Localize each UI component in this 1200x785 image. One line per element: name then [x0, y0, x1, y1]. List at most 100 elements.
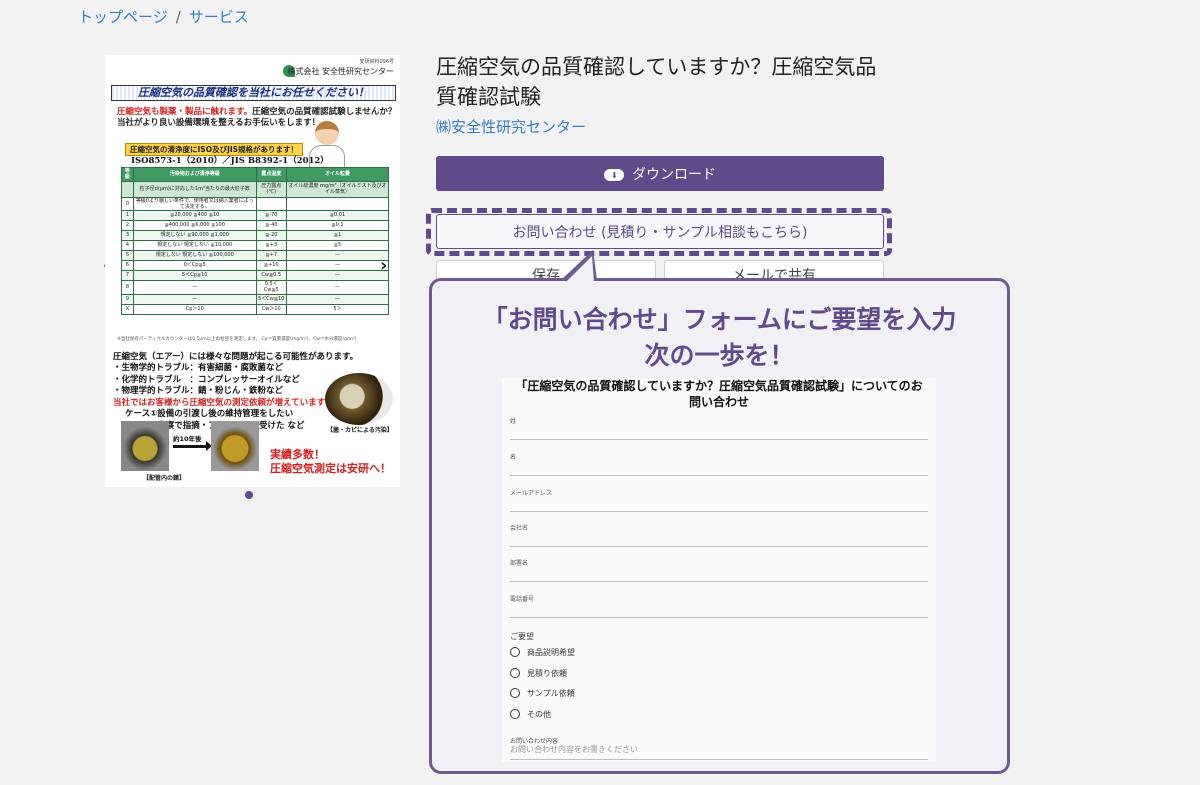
- doc-case: ケース①設備の引渡し後の維持管理をしたい: [125, 409, 294, 420]
- inquiry-button[interactable]: お問い合わせ (見積り・サンプル相談もこちら): [436, 214, 884, 249]
- doc-lead-rest: 圧縮空気の品質確認試験しませんか？: [252, 107, 397, 117]
- radio-label: サンプル依頼: [527, 688, 575, 698]
- pipe-caption: 【配管内の錆】: [143, 475, 186, 482]
- spec-row: 4 規定しない 規定しない ≦10,000 ≦+3 ≦5: [121, 240, 390, 251]
- spec-cell: ≦5: [285, 240, 390, 251]
- spec-row: X Cp＞10 Cw＞10 5＞: [121, 303, 390, 315]
- spec-cell: 規定しない 規定しない ≦10,000: [132, 240, 257, 251]
- company-link[interactable]: ㈱安全性研究センター: [436, 116, 586, 137]
- radio-circle-icon[interactable]: [510, 688, 520, 698]
- spec-cell: —: [132, 293, 257, 305]
- doc-body-line: ・生物学的トラブル：有害細菌・腐敗菌など: [113, 363, 284, 374]
- radio-option[interactable]: 商品説明希望: [510, 645, 575, 659]
- spec-row: 9—5＜Cw≦10—: [121, 293, 390, 305]
- download-label: ダウンロード: [632, 166, 716, 183]
- breadcrumb-service[interactable]: サービス: [189, 8, 249, 26]
- spec-cell: ≦20,000 ≦400 ≦10: [132, 210, 257, 221]
- spec-cell: ≦-20: [255, 230, 287, 241]
- doc-big-line: 圧縮空気測定は安研へ！: [270, 462, 391, 476]
- department-field[interactable]: 部署名: [510, 558, 928, 582]
- doc-lead: 圧縮空気も製薬・製品に触れます。圧縮空気の品質確認試験しませんか？: [117, 107, 396, 118]
- cloud-download-icon: ⬇: [604, 167, 624, 181]
- radio-circle-icon[interactable]: [510, 709, 520, 719]
- field-label: 会社名: [510, 525, 529, 532]
- phone-field[interactable]: 電話番号: [510, 594, 928, 618]
- product-document-image: 安研資料096号 株式会社 安全性研究センター 圧縮空気の品質確認を当社にお任せ…: [105, 55, 400, 487]
- spec-cell: —: [285, 260, 390, 271]
- company-field[interactable]: 会社名: [510, 523, 928, 547]
- microscope-caption: 【菌・カビによる汚染】: [327, 427, 393, 434]
- radio-option[interactable]: 見積り依頼: [510, 666, 567, 680]
- doc-lead-2: 当社がより良い設備環境を整えるお手伝いをします！: [117, 118, 321, 128]
- spec-cell: ≦-70: [255, 210, 287, 221]
- spec-subheader: オイル総濃度 mg/m³（オイルミスト及びオイル蒸気）: [285, 180, 390, 198]
- product-title: 圧縮空気の品質確認していますか？圧縮空気品質確認試験: [436, 55, 877, 110]
- radio-label: 見積り依頼: [527, 668, 567, 678]
- radio-label: その他: [527, 709, 551, 719]
- doc-org: 株式会社 安全性研究センター: [287, 67, 394, 76]
- spec-cell: Cp＞10: [132, 303, 257, 315]
- field-label: メールアドレス: [510, 490, 553, 497]
- doc-note: ※当社保有パーティクルカウンターは0.5μm以上の粒径を測定します。 Cp＝質量…: [117, 337, 357, 342]
- spec-cell: X: [121, 303, 134, 315]
- spec-header: 等級: [121, 167, 134, 182]
- arrow-icon: 約10年後: [173, 435, 212, 452]
- spec-cell: 2: [121, 220, 134, 231]
- spec-cell: —: [132, 280, 257, 295]
- spec-cell: [285, 196, 390, 211]
- download-button[interactable]: ⬇ ダウンロード: [436, 156, 884, 191]
- spec-row: 6 0＜Cp≦5 ≦+10—: [121, 260, 390, 271]
- spec-cell: 0＜Cp≦5: [132, 260, 257, 271]
- spec-cell: 等級0より厳しい条件で、使用者又は納入業者によって決定する。: [132, 196, 257, 211]
- spec-cell: ≦+10: [255, 260, 287, 271]
- doc-big-text: 実績多数！ 圧縮空気測定は安研へ！: [270, 448, 391, 477]
- callout-line-1: 「お問い合わせ」フォームにご要望を入力: [482, 305, 957, 334]
- spec-cell: —: [285, 293, 390, 305]
- spec-cell: Cw＞10: [255, 303, 287, 315]
- spec-cell: [255, 196, 287, 211]
- doc-body-red: 当社ではお客様から圧縮空気の測定依頼が増えています！: [113, 397, 334, 408]
- callout-heading: 「お問い合わせ」フォームにご要望を入力 次の一歩を！: [429, 302, 1010, 375]
- form-title: 「圧縮空気の品質確認していますか？圧縮空気品質確認試験」についてのお問い合わせ: [515, 379, 923, 410]
- arrow-label: 約10年後: [173, 435, 202, 443]
- field-label: 部署名: [510, 560, 529, 567]
- spec-cell: ≦+7: [255, 250, 287, 261]
- spec-row: 3 規定しない ≦90,000 ≦1,000 ≦-20 ≦1: [121, 230, 390, 241]
- radio-label: 商品説明希望: [527, 647, 575, 657]
- radio-circle-icon[interactable]: [510, 647, 520, 657]
- first-name-field[interactable]: 名: [510, 452, 928, 476]
- doc-banner: 圧縮空気の品質確認を当社にお任せください！: [111, 85, 396, 101]
- email-field[interactable]: メールアドレス: [510, 488, 928, 512]
- spec-cell: ≦0.1: [285, 220, 390, 231]
- spec-cell: 規定しない 規定しない ≦100,000: [132, 250, 257, 261]
- spec-header: 汚染物および清浄等級: [132, 167, 257, 182]
- radio-circle-icon[interactable]: [510, 668, 520, 678]
- carousel-dot-active[interactable]: [245, 491, 253, 499]
- spec-cell: Cw≦0.5: [255, 270, 287, 281]
- doc-body-line: 圧縮空気（エアー）には様々な問題が起こる可能性があります。: [113, 352, 359, 362]
- spec-cell: ≦1: [285, 230, 390, 241]
- last-name-field[interactable]: 姓: [510, 416, 928, 440]
- spec-row: 0 等級0より厳しい条件で、使用者又は納入業者によって決定する。: [121, 196, 390, 211]
- spec-cell: 5: [121, 250, 134, 261]
- breadcrumb-top[interactable]: トップページ: [78, 8, 168, 26]
- field-label: 名: [510, 454, 517, 461]
- spec-cell: ≦-40: [255, 220, 287, 231]
- spec-header: オイル粒量: [285, 167, 390, 182]
- spec-cell: ≦+3: [255, 240, 287, 251]
- carousel-next-icon[interactable]: ›: [380, 255, 387, 276]
- doc-tag: 圧縮空気の清浄度にISO及びJIS規格があります！: [125, 143, 304, 157]
- image-carousel: ‹ 安研資料096号 株式会社 安全性研究センター 圧縮空気の品質確認を当社にお…: [95, 55, 400, 505]
- radio-option[interactable]: サンプル依頼: [510, 686, 575, 700]
- radio-option[interactable]: その他: [510, 707, 551, 721]
- inquiry-textarea[interactable]: お問い合わせ内容をお書きください: [510, 744, 928, 760]
- spec-row: 8—0.5＜Cw≦5—: [121, 280, 390, 295]
- spec-row: 1 ≦20,000 ≦400 ≦10 ≦-70 ≦0.01: [121, 210, 390, 221]
- doc-body-line: ・化学的トラブル ：コンプレッサーオイルなど: [113, 374, 300, 385]
- doc-lead-red: 圧縮空気も製薬・製品に触れます。: [117, 107, 253, 117]
- spec-cell: 4: [121, 240, 134, 251]
- spec-cell: 5＜Cw≦10: [255, 293, 287, 305]
- spec-cell: 規定しない ≦90,000 ≦1,000: [132, 230, 257, 241]
- doc-iso: ISO8573-1（2010）／JIS B8392-1（2012）: [131, 156, 329, 166]
- pipe-photo-before: [121, 421, 169, 471]
